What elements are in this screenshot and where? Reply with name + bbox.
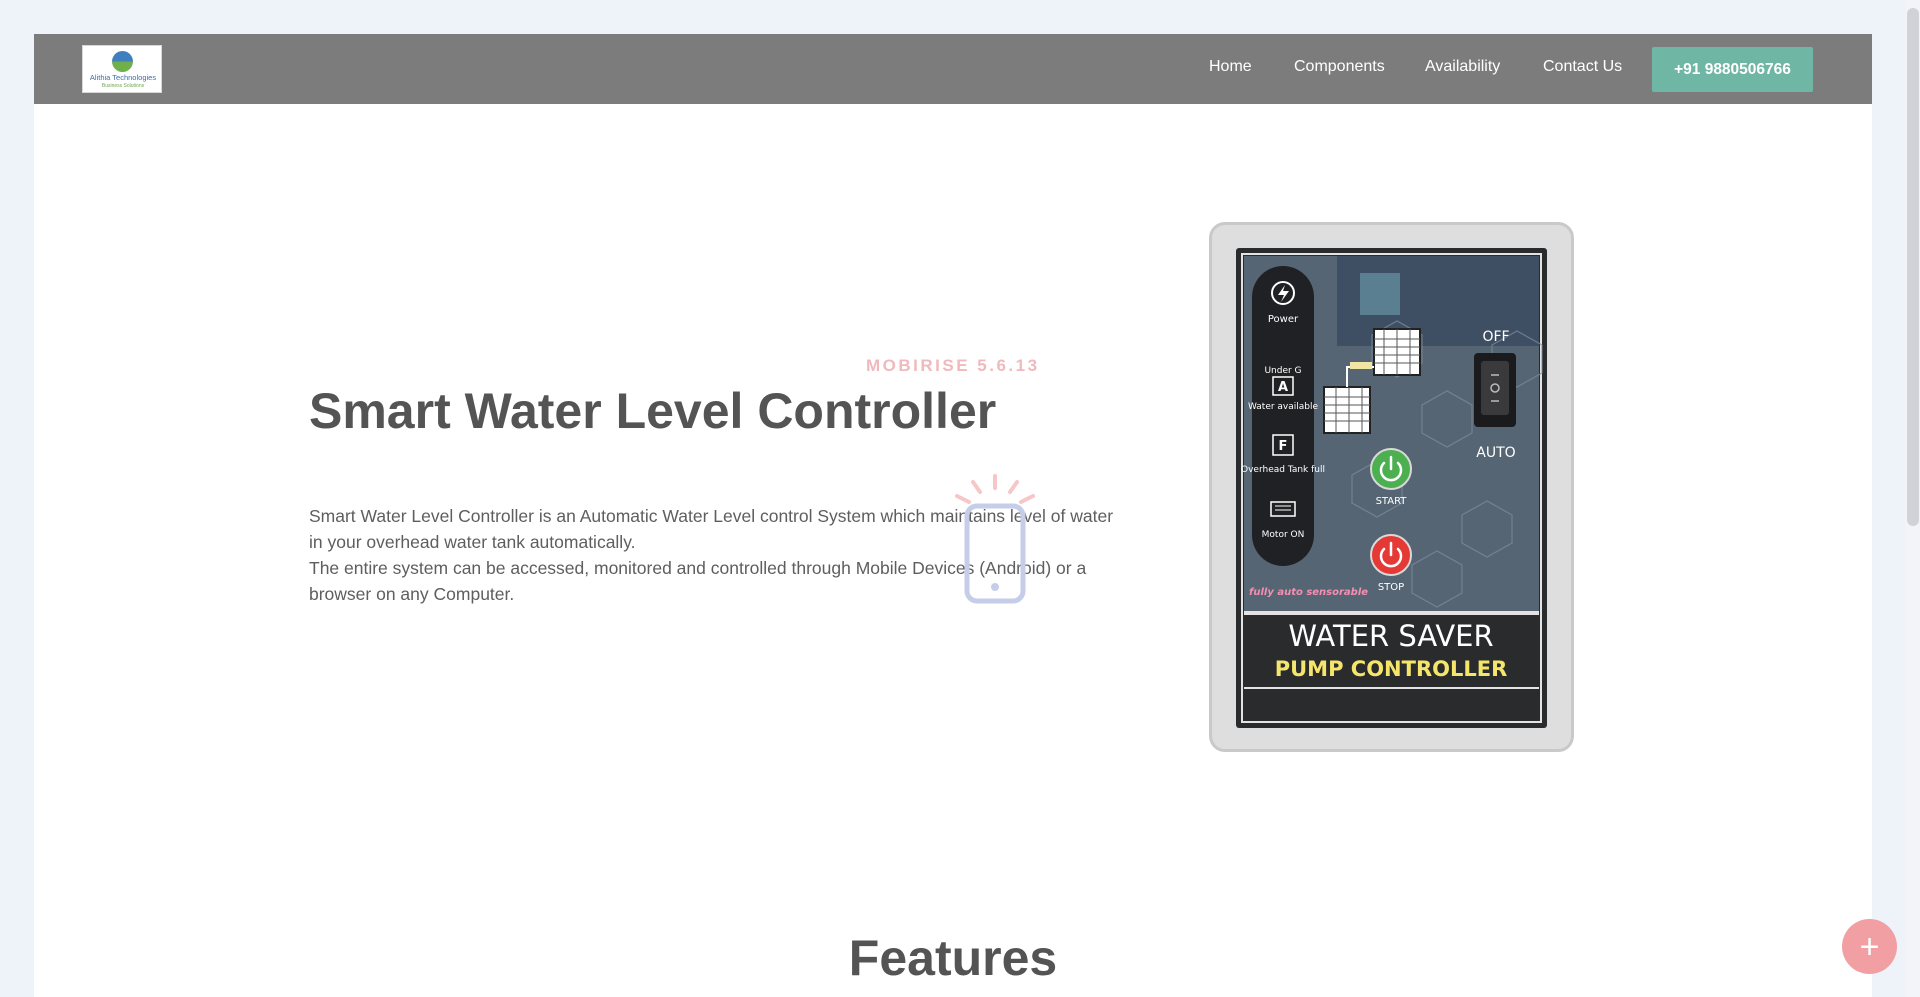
logo-company-name: Alithia Technologies <box>89 73 157 82</box>
brand-line-2: PUMP CONTROLLER <box>1275 657 1508 681</box>
tank-full-letter: F <box>1279 439 1288 454</box>
power-indicator-label: Power <box>1268 314 1299 325</box>
start-button-label: START <box>1376 496 1408 507</box>
nav-link-home[interactable]: Home <box>1209 58 1252 76</box>
phone-call-button[interactable]: +91 9880506766 <box>1652 47 1813 92</box>
nav-link-availability[interactable]: Availability <box>1425 58 1500 76</box>
navbar: Alithia Technologies Business Solutions … <box>34 34 1872 104</box>
mobirise-watermark: MOBIRISE 5.6.13 <box>866 356 1040 375</box>
plus-icon: + <box>1859 927 1880 966</box>
nav-link-components[interactable]: Components <box>1294 58 1385 76</box>
motor-on-label: Motor ON <box>1262 530 1305 540</box>
nav-link-contact-us[interactable]: Contact Us <box>1543 58 1622 76</box>
water-available-letter: A <box>1278 380 1288 395</box>
scrollbar-thumb[interactable] <box>1907 8 1919 526</box>
hero-title: Smart Water Level Controller <box>309 383 997 439</box>
stop-button-label: STOP <box>1378 582 1404 593</box>
features-heading: Features <box>848 930 1058 986</box>
water-available-label: Water available <box>1248 402 1319 412</box>
switch-auto-label: AUTO <box>1476 445 1515 461</box>
page-container: Alithia Technologies Business Solutions … <box>34 34 1872 997</box>
switch-off-label: OFF <box>1482 329 1509 345</box>
tank-full-label: Overhead Tank full <box>1241 465 1325 475</box>
pump-controller-image: Power Under G A Water available F Overhe… <box>1209 222 1574 752</box>
under-ground-label: Under G <box>1264 366 1301 376</box>
company-logo[interactable]: Alithia Technologies Business Solutions <box>82 45 162 93</box>
logo-globe-icon <box>112 51 133 72</box>
logo-tagline: Business Solutions <box>101 83 145 89</box>
phone-glow-icon <box>955 474 1035 604</box>
floating-action-button[interactable]: + <box>1842 919 1897 974</box>
device-tagline: fully auto sensorable <box>1249 587 1368 598</box>
brand-line-1: WATER SAVER <box>1288 619 1493 653</box>
